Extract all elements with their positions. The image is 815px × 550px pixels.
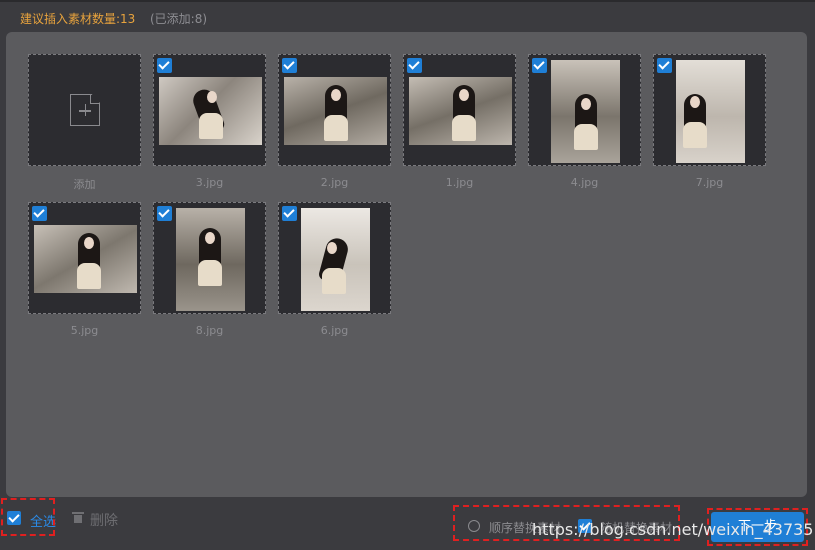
bottom-toolbar: 全选 删除 顺序替换素材 随机替换素材 下一步 https://blog.csd… [0, 497, 815, 550]
tile-checkbox[interactable] [157, 206, 172, 221]
photo-thumbnail [176, 208, 245, 311]
tile-caption: 7.jpg [695, 176, 724, 189]
tile-caption: 4.jpg [570, 176, 599, 189]
tile-checkbox[interactable] [32, 206, 47, 221]
watermark-text: https://blog.csdn.net/weixin_43735189 [532, 520, 815, 539]
photo-thumbnail [34, 225, 137, 293]
material-tile[interactable] [403, 54, 516, 166]
trash-icon [72, 512, 84, 523]
material-tile[interactable] [278, 54, 391, 166]
tile-caption: 6.jpg [320, 324, 349, 337]
tile-caption: 1.jpg [445, 176, 474, 189]
tile-checkbox[interactable] [657, 58, 672, 73]
delete-button[interactable]: 删除 [90, 510, 118, 530]
material-tile[interactable] [28, 202, 141, 314]
highlight-outline [1, 498, 55, 536]
add-material-tile[interactable] [28, 54, 141, 166]
photo-thumbnail [159, 77, 262, 145]
add-file-icon [70, 94, 102, 128]
material-tile[interactable] [528, 54, 641, 166]
material-tile[interactable] [653, 54, 766, 166]
tile-checkbox[interactable] [282, 206, 297, 221]
tile-caption: 3.jpg [195, 176, 224, 189]
material-tile[interactable] [153, 202, 266, 314]
tile-checkbox[interactable] [407, 58, 422, 73]
photo-thumbnail [551, 60, 620, 163]
photo-thumbnail [409, 77, 512, 145]
material-tile[interactable] [153, 54, 266, 166]
tile-checkbox[interactable] [532, 58, 547, 73]
suggested-count-label: 建议插入素材数量:13 [20, 12, 136, 26]
tile-checkbox[interactable] [157, 58, 172, 73]
tile-checkbox[interactable] [282, 58, 297, 73]
photo-thumbnail [284, 77, 387, 145]
top-bar: 建议插入素材数量:13 (已添加:8) [0, 0, 815, 32]
material-panel: 添加 3.jpg 2.jpg 1.jpg 4.jpg 7.jpg 5.jpg 8… [6, 32, 807, 497]
material-tile[interactable] [278, 202, 391, 314]
tile-caption: 5.jpg [70, 324, 99, 337]
added-count-label: (已添加:8) [150, 12, 208, 26]
tile-caption: 2.jpg [320, 176, 349, 189]
photo-thumbnail [301, 208, 370, 311]
tile-caption: 添加 [73, 178, 96, 191]
photo-thumbnail [676, 60, 745, 163]
tile-caption: 8.jpg [195, 324, 224, 337]
